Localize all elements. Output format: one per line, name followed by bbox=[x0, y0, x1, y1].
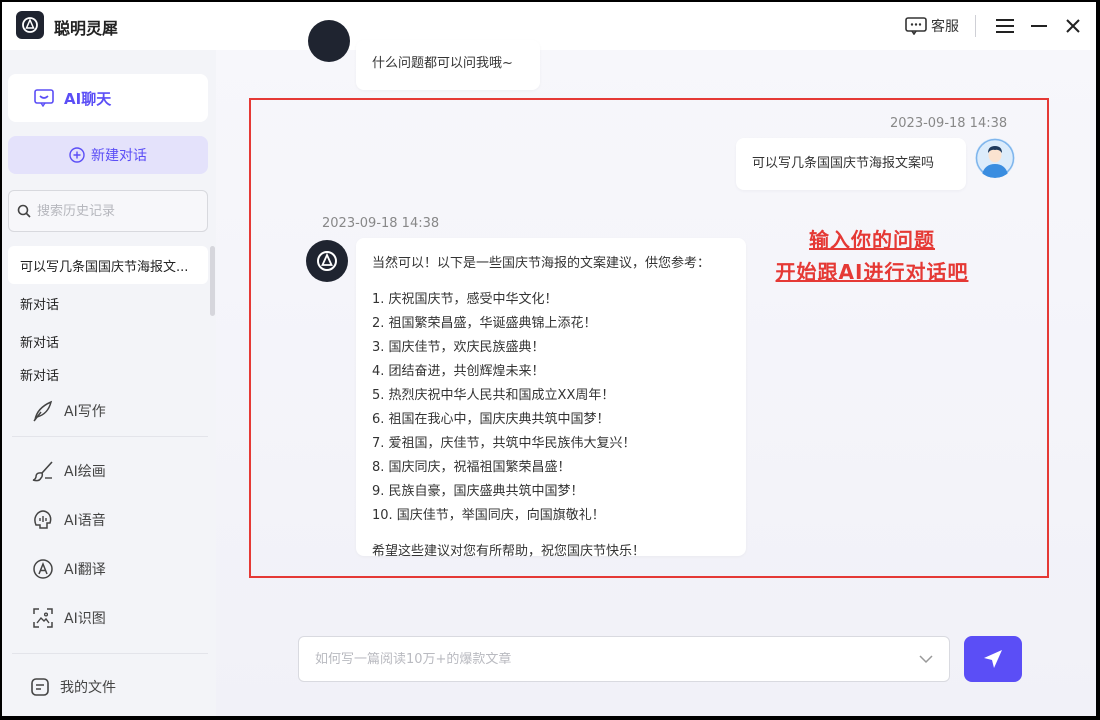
close-button[interactable] bbox=[1056, 2, 1090, 50]
history-item[interactable]: 新对话 bbox=[8, 322, 208, 360]
minimize-icon bbox=[1031, 25, 1047, 27]
tool-label: AI翻译 bbox=[64, 562, 106, 578]
message-text: 什么问题都可以问我哦~ bbox=[372, 56, 513, 71]
message-list-item: 7. 爱祖国，庆佳节，共筑中华民族伟大复兴！ bbox=[372, 436, 636, 451]
assistant-avatar bbox=[306, 240, 348, 282]
support-button[interactable]: 客服 bbox=[905, 16, 959, 36]
annotation-line: 开始跟AI进行对话吧 bbox=[775, 260, 969, 284]
history-search-input[interactable] bbox=[37, 203, 197, 219]
message-list-item: 6. 祖国在我心中，国庆庆典共筑中国梦！ bbox=[372, 412, 610, 427]
message-text: 可以写几条国国庆节海报文案吗 bbox=[752, 156, 935, 171]
message-intro: 当然可以！以下是一些国庆节海报的文案建议，供您参考： bbox=[372, 256, 711, 271]
assistant-message: 当然可以！以下是一些国庆节海报的文案建议，供您参考： 1. 庆祝国庆节，感受中华… bbox=[356, 238, 746, 559]
tool-label: AI绘画 bbox=[64, 464, 106, 480]
message-list-item: 5. 热烈庆祝中华人民共和国成立XX周年！ bbox=[372, 388, 615, 403]
message-input[interactable] bbox=[315, 651, 919, 667]
chat-support-icon bbox=[905, 17, 927, 35]
user-message: 可以写几条国国庆节海报文案吗 bbox=[736, 138, 966, 190]
image-scan-icon bbox=[33, 608, 53, 628]
sidebar-item-ai-translate[interactable]: AI翻译 bbox=[32, 554, 106, 584]
message-timestamp: 2023-09-18 14:38 bbox=[890, 116, 1008, 131]
history-item[interactable]: 新对话 bbox=[8, 360, 208, 384]
sidebar-divider bbox=[12, 436, 208, 437]
app-logo-icon bbox=[16, 11, 44, 39]
file-icon bbox=[31, 678, 49, 696]
history-list: 可以写几条国国庆节海报文... 新对话 新对话 新对话 bbox=[8, 246, 208, 384]
sidebar-item-ai-drawing[interactable]: AI绘画 bbox=[32, 456, 106, 486]
sidebar-item-ai-chat[interactable]: AI聊天 bbox=[8, 74, 208, 122]
new-chat-button[interactable]: 新建对话 bbox=[8, 136, 208, 174]
sidebar-item-label: AI聊天 bbox=[64, 89, 112, 108]
message-timestamp: 2023-09-18 14:38 bbox=[322, 216, 440, 231]
new-chat-label: 新建对话 bbox=[91, 148, 147, 164]
message-list-item: 1. 庆祝国庆节，感受中华文化！ bbox=[372, 292, 558, 307]
support-label: 客服 bbox=[931, 19, 959, 35]
tool-label: AI写作 bbox=[64, 404, 106, 420]
menu-button[interactable] bbox=[988, 2, 1022, 50]
sidebar-divider bbox=[12, 653, 208, 654]
close-icon bbox=[1066, 19, 1080, 33]
send-button[interactable] bbox=[964, 636, 1022, 682]
sidebar-item-ai-writing[interactable]: AI写作 bbox=[32, 396, 106, 426]
search-icon bbox=[17, 204, 31, 218]
app-title: 聪明灵犀 bbox=[54, 19, 119, 38]
message-outro: 希望这些建议对您有所帮助，祝您国庆节快乐！ bbox=[372, 544, 646, 559]
tool-label: AI识图 bbox=[64, 611, 106, 627]
message-input-box bbox=[298, 636, 950, 682]
tool-label: AI语音 bbox=[64, 513, 106, 529]
minimize-button[interactable] bbox=[1022, 2, 1056, 50]
history-search bbox=[8, 190, 208, 232]
translate-icon bbox=[33, 559, 53, 579]
titlebar-divider bbox=[975, 15, 976, 37]
annotation-line: 输入你的问题 bbox=[809, 228, 935, 252]
message-list-item: 9. 民族自豪，国庆盛典共筑中国梦！ bbox=[372, 484, 584, 499]
assistant-avatar bbox=[308, 20, 350, 62]
menu-icon bbox=[996, 19, 1014, 33]
sidebar-item-ai-voice[interactable]: AI语音 bbox=[32, 505, 106, 535]
message-list-item: 8. 国庆同庆，祝福祖国繁荣昌盛！ bbox=[372, 460, 571, 475]
message-list-item: 4. 团结奋进，共创辉煌未来！ bbox=[372, 364, 545, 379]
sidebar-item-my-files[interactable]: 我的文件 bbox=[30, 672, 116, 702]
user-avatar-icon bbox=[975, 138, 1015, 178]
message-list-item: 10. 国庆佳节，举国同庆，向国旗敬礼！ bbox=[372, 508, 605, 523]
message-list-item: 2. 祖国繁荣昌盛，华诞盛典锦上添花！ bbox=[372, 316, 597, 331]
paint-brush-icon bbox=[32, 461, 53, 482]
message-list-item: 3. 国庆佳节，欢庆民族盛典！ bbox=[372, 340, 545, 355]
title-bar: 聪明灵犀 客服 bbox=[2, 2, 1096, 50]
annotation-text: 输入你的问题 开始跟AI进行对话吧 bbox=[762, 224, 982, 288]
chat-icon bbox=[34, 89, 54, 107]
sidebar: AI聊天 新建对话 可以写几条国国庆节海报文... 新对话 新对话 新对话 AI… bbox=[2, 50, 216, 716]
app-window: 聪明灵犀 客服 AI聊天 新建对话 搜索历史记录 可以写几条国国庆节海报文...… bbox=[2, 2, 1096, 716]
feather-pen-icon bbox=[33, 400, 53, 422]
tool-label: 我的文件 bbox=[60, 680, 116, 696]
assistant-logo-icon bbox=[317, 251, 337, 271]
history-scrollbar[interactable] bbox=[210, 246, 215, 316]
chat-area: 什么问题都可以问我哦~ 2023-09-18 14:38 可以写几条国国庆节海报… bbox=[216, 20, 1096, 716]
chevron-down-icon[interactable] bbox=[919, 654, 933, 664]
voice-head-icon bbox=[34, 510, 52, 529]
assistant-message: 什么问题都可以问我哦~ bbox=[356, 40, 540, 90]
plus-circle-icon bbox=[69, 147, 85, 163]
history-item[interactable]: 新对话 bbox=[8, 284, 208, 322]
send-icon bbox=[984, 650, 1002, 668]
history-item[interactable]: 可以写几条国国庆节海报文... bbox=[8, 246, 208, 284]
user-avatar bbox=[975, 138, 1015, 178]
sidebar-item-ai-recognize[interactable]: AI识图 bbox=[32, 603, 106, 633]
